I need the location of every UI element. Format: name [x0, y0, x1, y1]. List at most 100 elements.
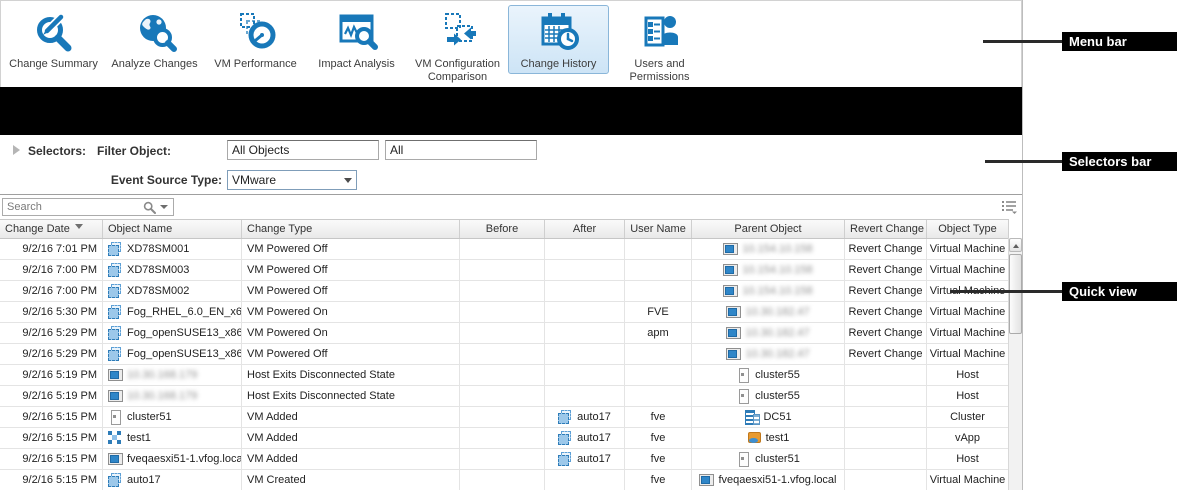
vertical-scrollbar[interactable]	[1008, 238, 1022, 490]
dc-icon	[744, 410, 759, 424]
column-header-object-type[interactable]: Object Type	[927, 220, 1009, 238]
revert-change-link[interactable]: Revert Change	[845, 281, 927, 301]
cell	[460, 323, 545, 343]
column-header-parent-object[interactable]: Parent Object	[692, 220, 845, 238]
cell: cluster55	[692, 386, 845, 406]
column-header-before[interactable]: Before	[460, 220, 545, 238]
cell-text: cluster51	[127, 407, 172, 427]
column-header-revert-change[interactable]: Revert Change	[845, 220, 927, 238]
search-icon[interactable]	[143, 201, 156, 214]
table-row[interactable]: 9/2/16 5:29 PMFog_openSUSE13_x86VM Power…	[0, 344, 1009, 365]
cell	[460, 428, 545, 448]
cell	[545, 344, 625, 364]
filter-object-input-2[interactable]	[385, 140, 537, 160]
quick-view: Change DateObject NameChange TypeBeforeA…	[0, 195, 1022, 490]
cell: 10.30.168.179	[103, 386, 242, 406]
cell: VM Powered On	[242, 302, 460, 322]
cluster-icon	[736, 452, 751, 466]
revert-change-link[interactable]: Revert Change	[845, 239, 927, 259]
column-chooser-icon[interactable]	[1001, 200, 1017, 214]
cell: cluster55	[692, 365, 845, 385]
cell: cluster51	[103, 407, 242, 427]
vm-icon	[108, 347, 123, 361]
host-icon	[726, 347, 741, 361]
cell: 10.30.168.179	[103, 365, 242, 385]
host-icon	[108, 389, 123, 403]
table-row[interactable]: 9/2/16 5:15 PMfveqaesxi51-1.vfog.localVM…	[0, 449, 1009, 470]
column-header-object-name[interactable]: Object Name	[103, 220, 242, 238]
menu-item-change-summary[interactable]: Change Summary	[3, 5, 104, 74]
cell	[625, 386, 692, 406]
cell: 10.30.182.47	[692, 302, 845, 322]
cell: Virtual Machine	[927, 260, 1009, 280]
cell: 9/2/16 7:01 PM	[0, 239, 103, 259]
table-row[interactable]: 9/2/16 7:01 PMXD78SM001VM Powered Off10.…	[0, 239, 1009, 260]
search-input[interactable]	[3, 200, 143, 214]
table-row[interactable]: 9/2/16 7:00 PMXD78SM003VM Powered Off10.…	[0, 260, 1009, 281]
table-row[interactable]: 9/2/16 5:19 PM10.30.168.179Host Exits Di…	[0, 386, 1009, 407]
cell: auto17	[545, 428, 625, 448]
cell: 9/2/16 5:15 PM	[0, 407, 103, 427]
menu-item-analyze-changes[interactable]: Analyze Changes	[104, 5, 205, 74]
table-row[interactable]: 9/2/16 5:15 PMcluster51VM Addedauto17fve…	[0, 407, 1009, 428]
column-header-change-date[interactable]: Change Date	[0, 220, 103, 238]
column-header-user-name[interactable]: User Name	[625, 220, 692, 238]
column-header-change-type[interactable]: Change Type	[242, 220, 460, 238]
cell-text: auto17	[577, 407, 611, 427]
cell: 9/2/16 5:19 PM	[0, 365, 103, 385]
cell-text: auto17	[577, 449, 611, 469]
cell: Host Exits Disconnected State	[242, 365, 460, 385]
chevron-down-icon	[344, 178, 352, 183]
menu-item-vm-performance[interactable]: VM Performance	[205, 5, 306, 74]
selectors-bar-callout-label: Selectors bar	[1062, 152, 1177, 171]
column-header-after[interactable]: After	[545, 220, 625, 238]
cell	[460, 302, 545, 322]
cell-text: cluster51	[755, 449, 800, 469]
vm-icon	[558, 410, 573, 424]
table-row[interactable]: 9/2/16 5:19 PM10.30.168.179Host Exits Di…	[0, 365, 1009, 386]
chart-magnifier-icon	[334, 9, 380, 55]
revert-change-link[interactable]: Revert Change	[845, 302, 927, 322]
cell	[625, 260, 692, 280]
cell: 10.30.182.47	[692, 323, 845, 343]
cell	[545, 260, 625, 280]
menu-item-change-history[interactable]: Change History	[508, 5, 609, 74]
table-row[interactable]: 9/2/16 5:15 PMauto17VM Createdfvefveqaes…	[0, 470, 1009, 490]
host-icon	[726, 305, 741, 319]
cell: VM Powered Off	[242, 239, 460, 259]
scrollbar-thumb[interactable]	[1009, 254, 1022, 334]
cell-text: 10.30.182.47	[745, 302, 809, 322]
menu-item-users-and-permissions[interactable]: Users and Permissions	[609, 5, 710, 87]
table-row[interactable]: 9/2/16 5:15 PMtest1VM Addedauto17fvetest…	[0, 428, 1009, 449]
table-row[interactable]: 9/2/16 5:29 PMFog_openSUSE13_x86VM Power…	[0, 323, 1009, 344]
cell	[460, 344, 545, 364]
revert-change-link[interactable]: Revert Change	[845, 260, 927, 280]
cell	[625, 239, 692, 259]
table-row[interactable]: 9/2/16 5:30 PMFog_RHEL_6.0_EN_x64VM Powe…	[0, 302, 1009, 323]
search-options-caret-icon[interactable]	[160, 205, 168, 209]
menu-item-label: Change Summary	[9, 58, 98, 71]
filter-object-input-1[interactable]	[227, 140, 379, 160]
globe-magnifier-icon	[132, 9, 178, 55]
menu-item-impact-analysis[interactable]: Impact Analysis	[306, 5, 407, 74]
revert-change-link[interactable]: Revert Change	[845, 323, 927, 343]
cell: XD78SM003	[103, 260, 242, 280]
cell: 10.154.10.158	[692, 239, 845, 259]
host-icon	[108, 368, 123, 382]
cell: apm	[625, 323, 692, 343]
event-source-type-select[interactable]: VMware	[227, 170, 357, 190]
expander-icon[interactable]	[13, 145, 20, 155]
sort-desc-icon	[75, 224, 83, 229]
menu-item-vm-configuration-comparison[interactable]: VM Configuration Comparison	[407, 5, 508, 87]
cell	[545, 365, 625, 385]
vm-icon	[108, 473, 123, 487]
search-box	[2, 198, 174, 216]
cell: Fog_RHEL_6.0_EN_x64	[103, 302, 242, 322]
cell-text: XD78SM003	[127, 260, 189, 280]
cell	[460, 449, 545, 469]
scroll-up-button[interactable]	[1009, 238, 1022, 252]
vm-icon	[558, 431, 573, 445]
table-row[interactable]: 9/2/16 7:00 PMXD78SM002VM Powered Off10.…	[0, 281, 1009, 302]
revert-change-link[interactable]: Revert Change	[845, 344, 927, 364]
cell	[845, 386, 927, 406]
